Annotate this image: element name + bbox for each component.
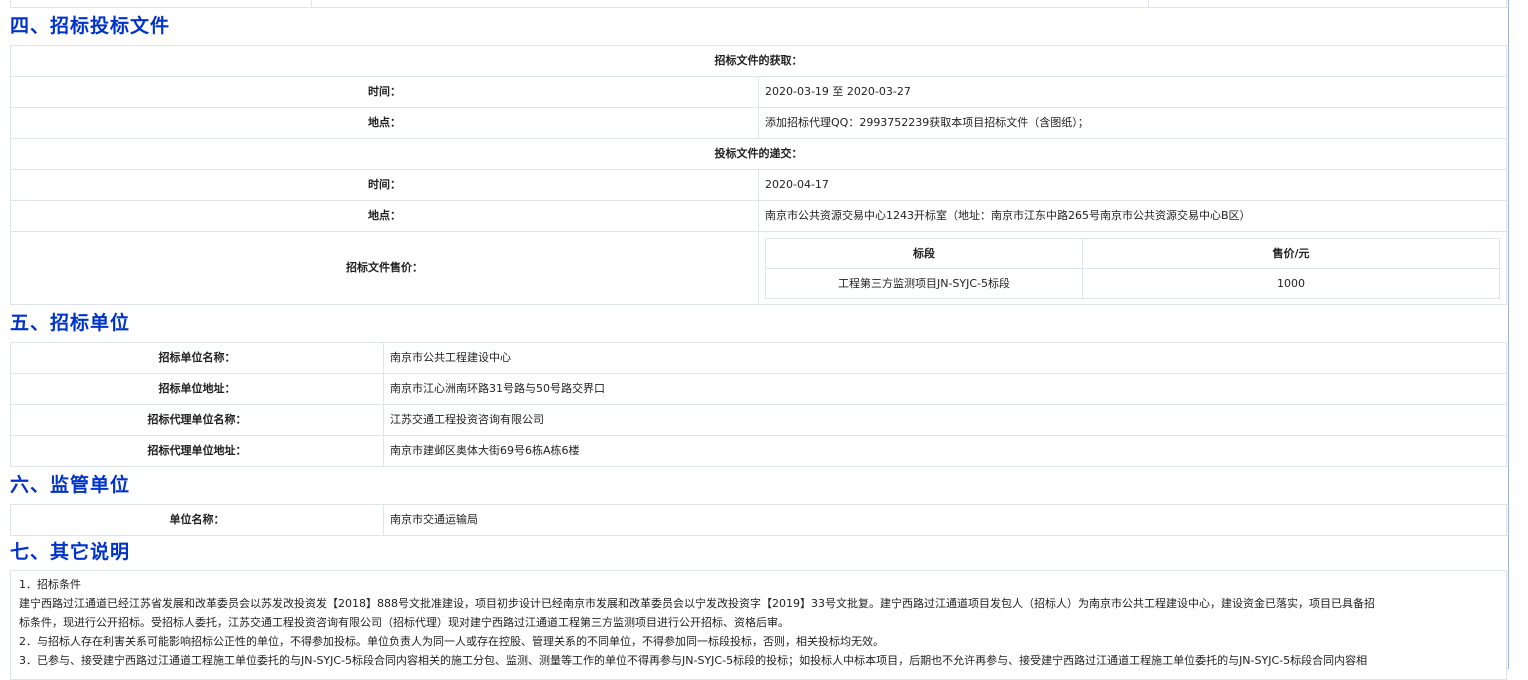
obtain-place-label: 地点：	[10, 107, 759, 139]
tenderer-name-value: 南京市公共工程建设中心	[383, 342, 1507, 374]
section-7-heading: 七、其它说明	[10, 541, 131, 563]
supervisor-name-label: 单位名称：	[10, 504, 384, 536]
submit-place-value: 南京市公共资源交易中心1243开标室（地址：南京市江东中路265号南京市公共资源…	[758, 200, 1507, 232]
submit-subheading: 投标文件的递交：	[10, 138, 1507, 170]
bid-documents-table: 招标文件的获取： 时间： 2020-03-19 至 2020-03-27 地点：…	[10, 45, 1507, 305]
section-5-heading: 五、招标单位	[10, 312, 131, 334]
price-table: 标段 售价/元 工程第三方监测项目JN-SYJC-5标段 1000	[765, 237, 1500, 299]
obtain-place-value: 添加招标代理QQ：2993752239获取本项目招标文件（含图纸）；	[758, 107, 1507, 139]
obtain-time-label: 时间：	[10, 76, 759, 108]
section-6-heading: 六、监管单位	[10, 474, 131, 496]
note-line: 标条件，现进行公开招标。受招标人委托，江苏交通工程投资咨询有限公司（招标代理）现…	[19, 616, 789, 629]
note-line: 3．已参与、接受建宁西路过江通道工程施工单位委托的与JN-SYJC-5标段合同内…	[19, 654, 1368, 667]
price-header-lot: 标段	[765, 237, 1083, 269]
agent-name-label: 招标代理单位名称：	[10, 404, 384, 436]
supervisor-table: 单位名称： 南京市交通运输局	[10, 504, 1507, 536]
obtain-subheading: 招标文件的获取：	[10, 45, 1507, 77]
tenderer-table: 招标单位名称： 南京市公共工程建设中心 招标单位地址： 南京市江心洲南环路31号…	[10, 342, 1507, 467]
tenderer-address-label: 招标单位地址：	[10, 373, 384, 405]
tenderer-name-label: 招标单位名称：	[10, 342, 384, 374]
agent-address-value: 南京市建邺区奥体大街69号6栋A栋6楼	[383, 435, 1507, 467]
submit-time-value: 2020-04-17	[758, 169, 1507, 201]
submit-time-label: 时间：	[10, 169, 759, 201]
price-row-lot: 工程第三方监测项目JN-SYJC-5标段	[765, 267, 1083, 299]
price-row-price: 1000	[1082, 267, 1500, 299]
supervisor-name-value: 南京市交通运输局	[383, 504, 1507, 536]
price-header-price: 售价/元	[1082, 237, 1500, 269]
previous-table-stub	[10, 0, 1507, 8]
price-cell: 标段 售价/元 工程第三方监测项目JN-SYJC-5标段 1000	[758, 231, 1507, 305]
agent-name-value: 江苏交通工程投资咨询有限公司	[383, 404, 1507, 436]
price-label: 招标文件售价：	[10, 231, 759, 305]
submit-place-label: 地点：	[10, 200, 759, 232]
obtain-time-value: 2020-03-19 至 2020-03-27	[758, 76, 1507, 108]
note-line: 2．与招标人存在利害关系可能影响招标公正性的单位，不得参加投标。单位负责人为同一…	[19, 635, 884, 648]
section-4-heading: 四、招标投标文件	[10, 15, 171, 37]
tenderer-address-value: 南京市江心洲南环路31号路与50号路交界口	[383, 373, 1507, 405]
agent-address-label: 招标代理单位地址：	[10, 435, 384, 467]
other-notes: 1．招标条件 建宁西路过江通道已经江苏省发展和改革委员会以苏发改投资发【2018…	[10, 570, 1507, 680]
note-line: 1．招标条件	[19, 578, 81, 591]
note-line: 建宁西路过江通道已经江苏省发展和改革委员会以苏发改投资发【2018】888号文批…	[19, 597, 1375, 610]
